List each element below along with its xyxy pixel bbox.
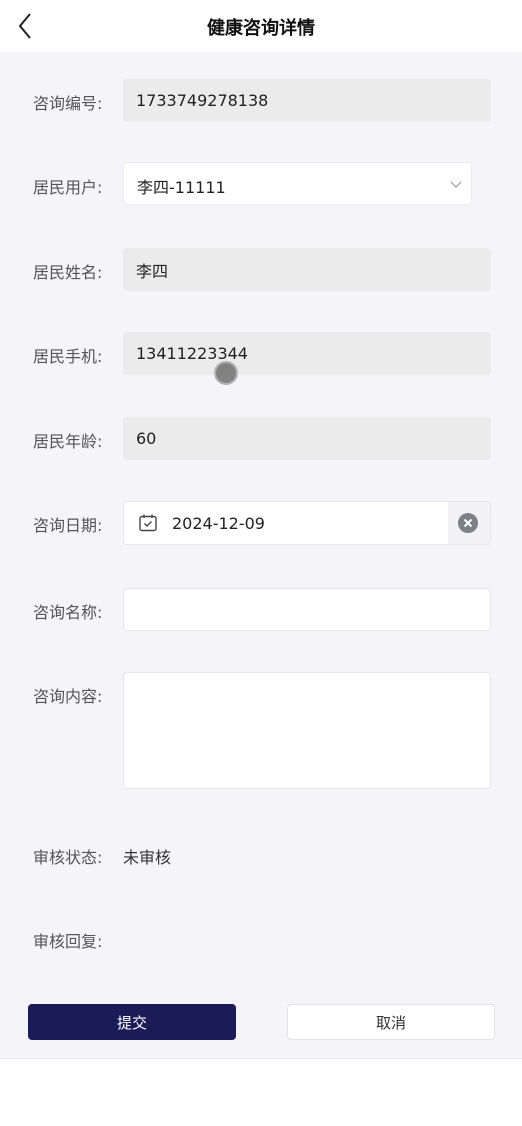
consult-no-field: 1733749278138: [123, 79, 491, 122]
resident-user-value: 李四-11111: [137, 178, 226, 197]
header-bar: 健康咨询详情: [0, 0, 522, 52]
consult-name-input[interactable]: [123, 588, 491, 631]
consult-date-label: 咨询日期:: [33, 516, 103, 535]
consult-no-label: 咨询编号:: [33, 94, 103, 113]
consult-content-textarea[interactable]: [123, 672, 491, 789]
footer-area: [0, 1058, 522, 1126]
resident-phone-label: 居民手机:: [33, 347, 103, 366]
review-reply-label: 审核回复:: [33, 932, 103, 951]
consult-content-label: 咨询内容:: [33, 687, 103, 706]
calendar-icon: [139, 514, 157, 532]
resident-age-field: 60: [123, 417, 491, 460]
clear-circle-icon: [458, 513, 478, 533]
date-clear-button[interactable]: [448, 502, 490, 544]
resident-age-label: 居民年龄:: [33, 432, 103, 451]
consult-date-picker[interactable]: 2024-12-09: [123, 501, 491, 545]
touch-cursor: [214, 361, 238, 385]
resident-user-label: 居民用户:: [33, 178, 103, 197]
page-title: 健康咨询详情: [207, 18, 315, 39]
review-status-label: 审核状态:: [33, 848, 103, 867]
resident-name-label: 居民姓名:: [33, 263, 103, 282]
resident-user-select[interactable]: 李四-11111: [123, 162, 472, 205]
consult-date-value: 2024-12-09: [172, 514, 265, 533]
review-status-value: 未审核: [123, 848, 172, 867]
resident-name-field: 李四: [123, 248, 491, 291]
chevron-down-icon: [450, 181, 462, 188]
consult-name-label: 咨询名称:: [33, 603, 103, 622]
submit-button[interactable]: 提交: [28, 1004, 236, 1040]
cancel-button[interactable]: 取消: [287, 1004, 495, 1040]
resident-phone-field: 13411223344: [123, 332, 491, 375]
